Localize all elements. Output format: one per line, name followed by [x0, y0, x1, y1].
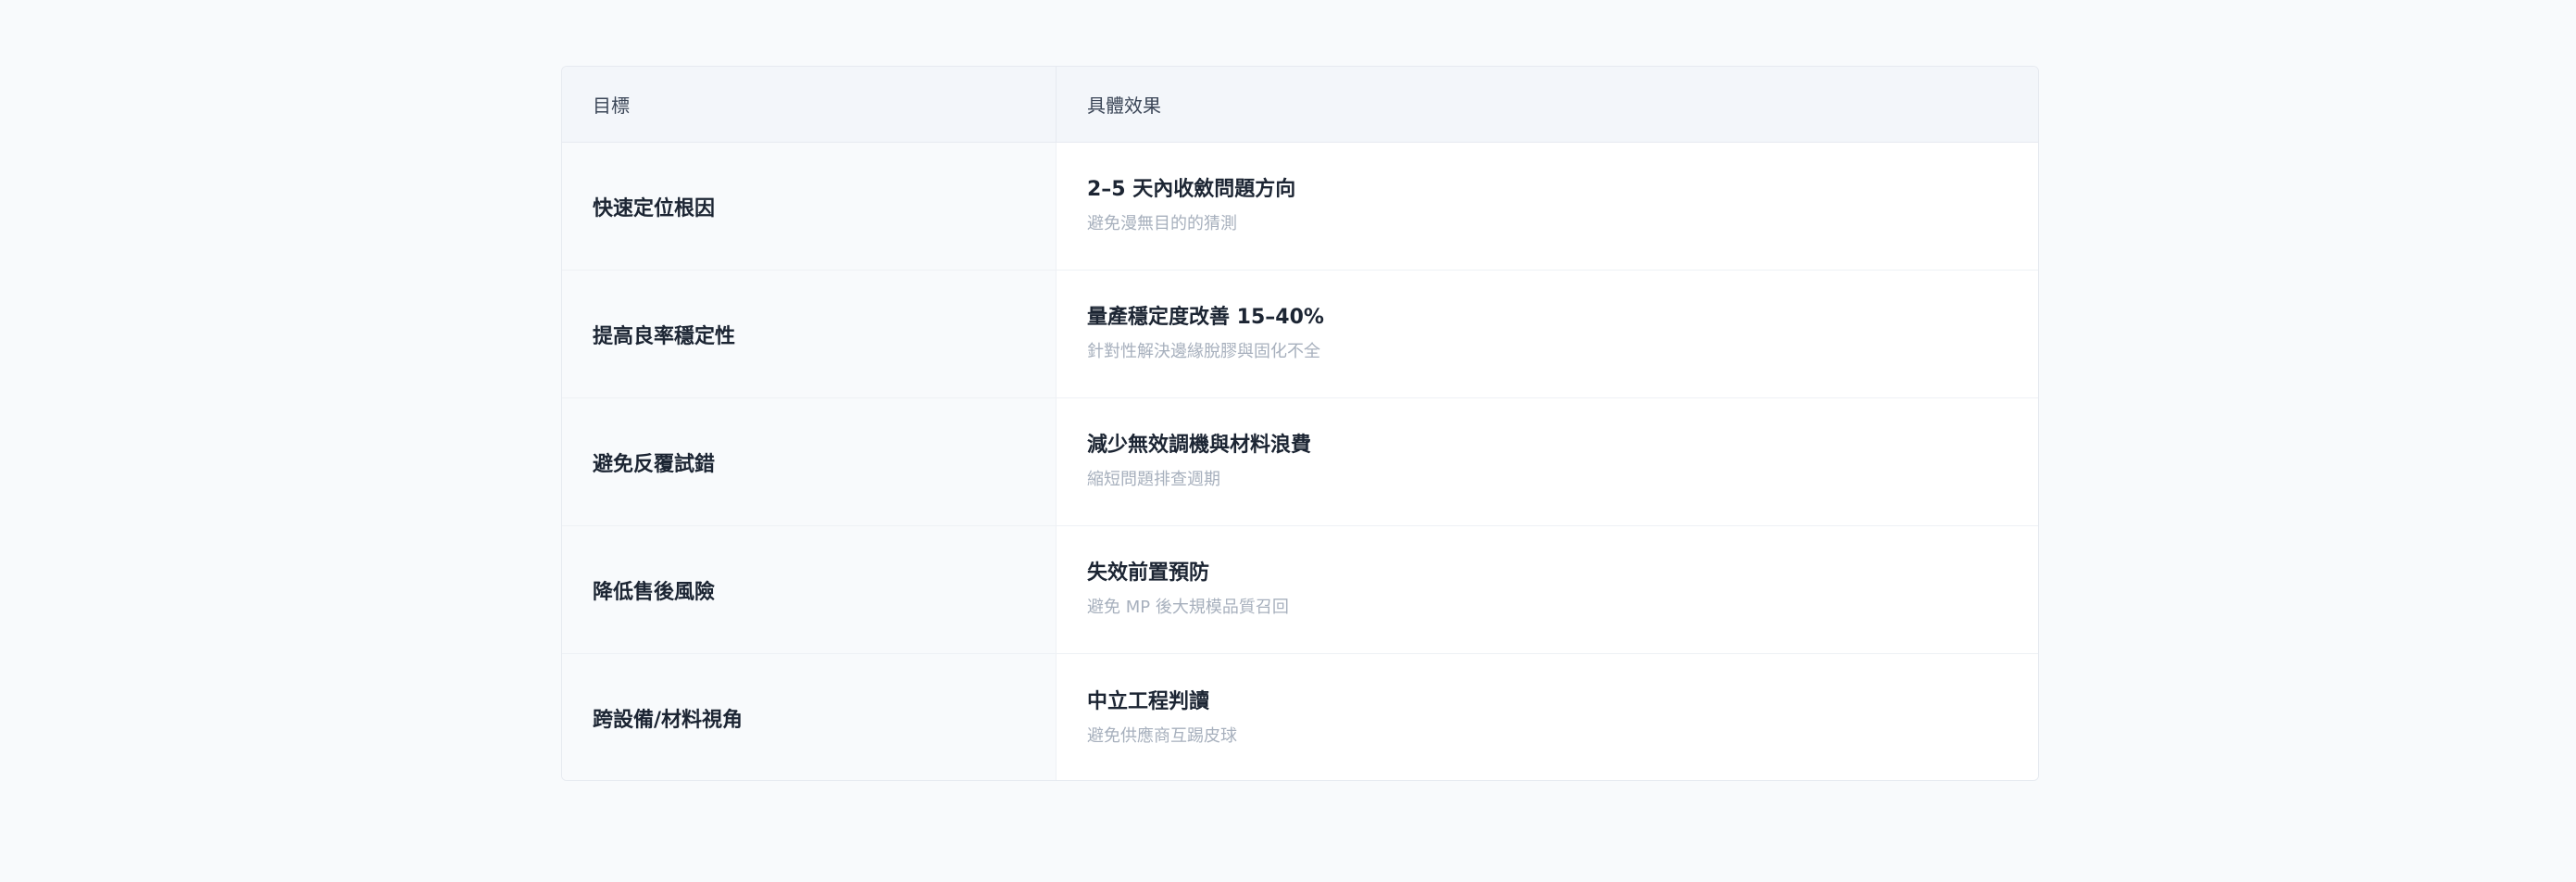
effect-main-text: 2–5 天內收斂問題方向	[1087, 178, 1296, 201]
effect-cell: 量產穩定度改善 15–40% 針對性解決邊緣脫膠與固化不全	[1056, 271, 2038, 397]
effect-cell: 減少無效調機與材料浪費 縮短問題排查週期	[1056, 398, 2038, 525]
effect-main-text: 量產穩定度改善 15–40%	[1087, 306, 1324, 329]
header-goal: 目標	[593, 94, 630, 117]
goal-cell: 提高良率穩定性	[562, 271, 1056, 397]
effect-sub-text: 避免漫無目的的猜測	[1087, 214, 1237, 233]
table-row: 提高良率穩定性 量產穩定度改善 15–40% 針對性解決邊緣脫膠與固化不全	[562, 271, 2038, 398]
header-effect: 具體效果	[1056, 67, 2038, 142]
effect-cell: 失效前置預防 避免 MP 後大規模品質召回	[1056, 526, 2038, 653]
effect-cell: 中立工程判讀 避免供應商互踢皮球	[1056, 654, 2038, 780]
effect-sub-text: 避免供應商互踢皮球	[1087, 725, 1237, 746]
goal-cell: 降低售後風險	[562, 526, 1056, 653]
table-header-row: 目標 具體效果	[562, 67, 2038, 143]
effect-main-text: 中立工程判讀	[1087, 689, 1210, 713]
table-row: 降低售後風險 失效前置預防 避免 MP 後大規模品質召回	[562, 526, 2038, 654]
table-row: 跨設備/材料視角 中立工程判讀 避免供應商互踢皮球	[562, 654, 2038, 780]
effect-sub-text: 避免 MP 後大規模品質召回	[1087, 598, 1289, 617]
effect-main-text: 減少無效調機與材料浪費	[1087, 434, 1312, 457]
goal-cell: 避免反覆試錯	[562, 398, 1056, 525]
effect-main-text: 失效前置預防	[1087, 561, 1210, 585]
table-row: 快速定位根因 2–5 天內收斂問題方向 避免漫無目的的猜測	[562, 143, 2038, 271]
goal-cell: 跨設備/材料視角	[562, 654, 1056, 780]
goal-cell: 快速定位根因	[562, 143, 1056, 270]
effect-cell: 2–5 天內收斂問題方向 避免漫無目的的猜測	[1056, 143, 2038, 270]
goals-effects-table: 目標 具體效果 快速定位根因 2–5 天內收斂問題方向 避免漫無目的的猜測 提高…	[561, 66, 2039, 781]
table-row: 避免反覆試錯 減少無效調機與材料浪費 縮短問題排查週期	[562, 398, 2038, 526]
effect-sub-text: 針對性解決邊緣脫膠與固化不全	[1087, 342, 1320, 361]
effect-sub-text: 縮短問題排查週期	[1087, 470, 1220, 489]
